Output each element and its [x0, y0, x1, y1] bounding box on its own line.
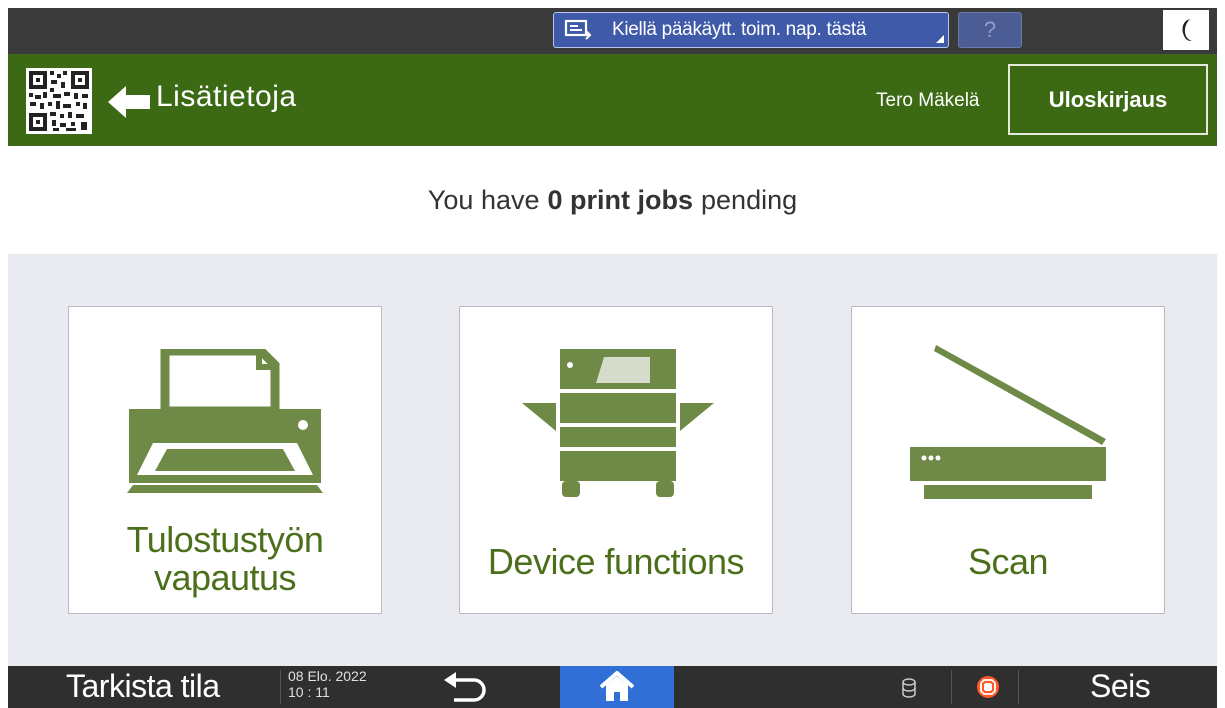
tile-print-release-label: Tulostustyön vapautus	[69, 521, 381, 597]
username: Tero Mäkelä	[876, 90, 980, 111]
screen-admin-icon	[564, 19, 592, 40]
logout-label: Uloskirjaus	[1048, 86, 1168, 112]
tile-print-release-label-line2: vapautus	[153, 557, 297, 598]
divider	[280, 670, 281, 704]
pending-jobs-message: You have 0 print jobs pending	[0, 146, 1225, 254]
time-text: 10 : 11	[288, 684, 330, 700]
bottom-bar: Tarkista tila 08 Elo. 2022 10 : 11 Seis	[8, 666, 1217, 708]
stop-button[interactable]: Seis	[1090, 668, 1151, 705]
qr-code-icon[interactable]	[26, 68, 92, 134]
storage-icon	[902, 678, 916, 698]
night-mode-button[interactable]	[1163, 10, 1209, 50]
return-icon[interactable]	[440, 672, 490, 704]
main-panel: Tulostustyön vapautus Device functions S…	[8, 254, 1217, 666]
scanner-icon	[910, 345, 1106, 499]
tile-device-functions-label: Device functions	[487, 541, 745, 582]
admin-lock-label: Kiellä pääkäytt. toim. nap. tästä	[612, 19, 867, 40]
home-icon	[599, 671, 635, 701]
pending-suffix: pending	[701, 184, 798, 215]
divider	[1018, 670, 1019, 704]
help-label: ?	[983, 17, 997, 42]
check-status-button[interactable]: Tarkista tila	[66, 668, 220, 705]
tile-print-release[interactable]: Tulostustyön vapautus	[68, 306, 382, 614]
date-text: 08 Elo. 2022	[288, 668, 367, 684]
help-button[interactable]: ?	[958, 12, 1022, 48]
divider	[951, 670, 952, 704]
copier-icon	[522, 349, 714, 497]
moon-icon	[1182, 19, 1192, 41]
back-arrow-icon[interactable]	[106, 84, 152, 120]
printer-icon	[127, 349, 323, 493]
corner-marker	[936, 35, 944, 43]
system-bar: Kiellä pääkäytt. toim. nap. tästä ?	[8, 8, 1217, 54]
pending-prefix: You have	[427, 184, 540, 215]
tile-scan-label: Scan	[967, 541, 1049, 582]
tile-print-release-label-line1: Tulostustyön	[126, 519, 324, 560]
home-button[interactable]	[560, 666, 674, 708]
admin-lock-button[interactable]: Kiellä pääkäytt. toim. nap. tästä	[553, 12, 949, 48]
header-bar: Lisätietoja Tero Mäkelä Uloskirjaus	[8, 54, 1217, 146]
stop-icon[interactable]	[976, 675, 1000, 699]
datetime: 08 Elo. 2022 10 : 11	[288, 668, 367, 700]
tile-device-functions[interactable]: Device functions	[459, 306, 773, 614]
pending-count: 0 print jobs	[547, 184, 694, 215]
logout-button[interactable]: Uloskirjaus	[1008, 64, 1208, 135]
page-title: Lisätietoja	[156, 80, 297, 113]
tile-scan[interactable]: Scan	[851, 306, 1165, 614]
